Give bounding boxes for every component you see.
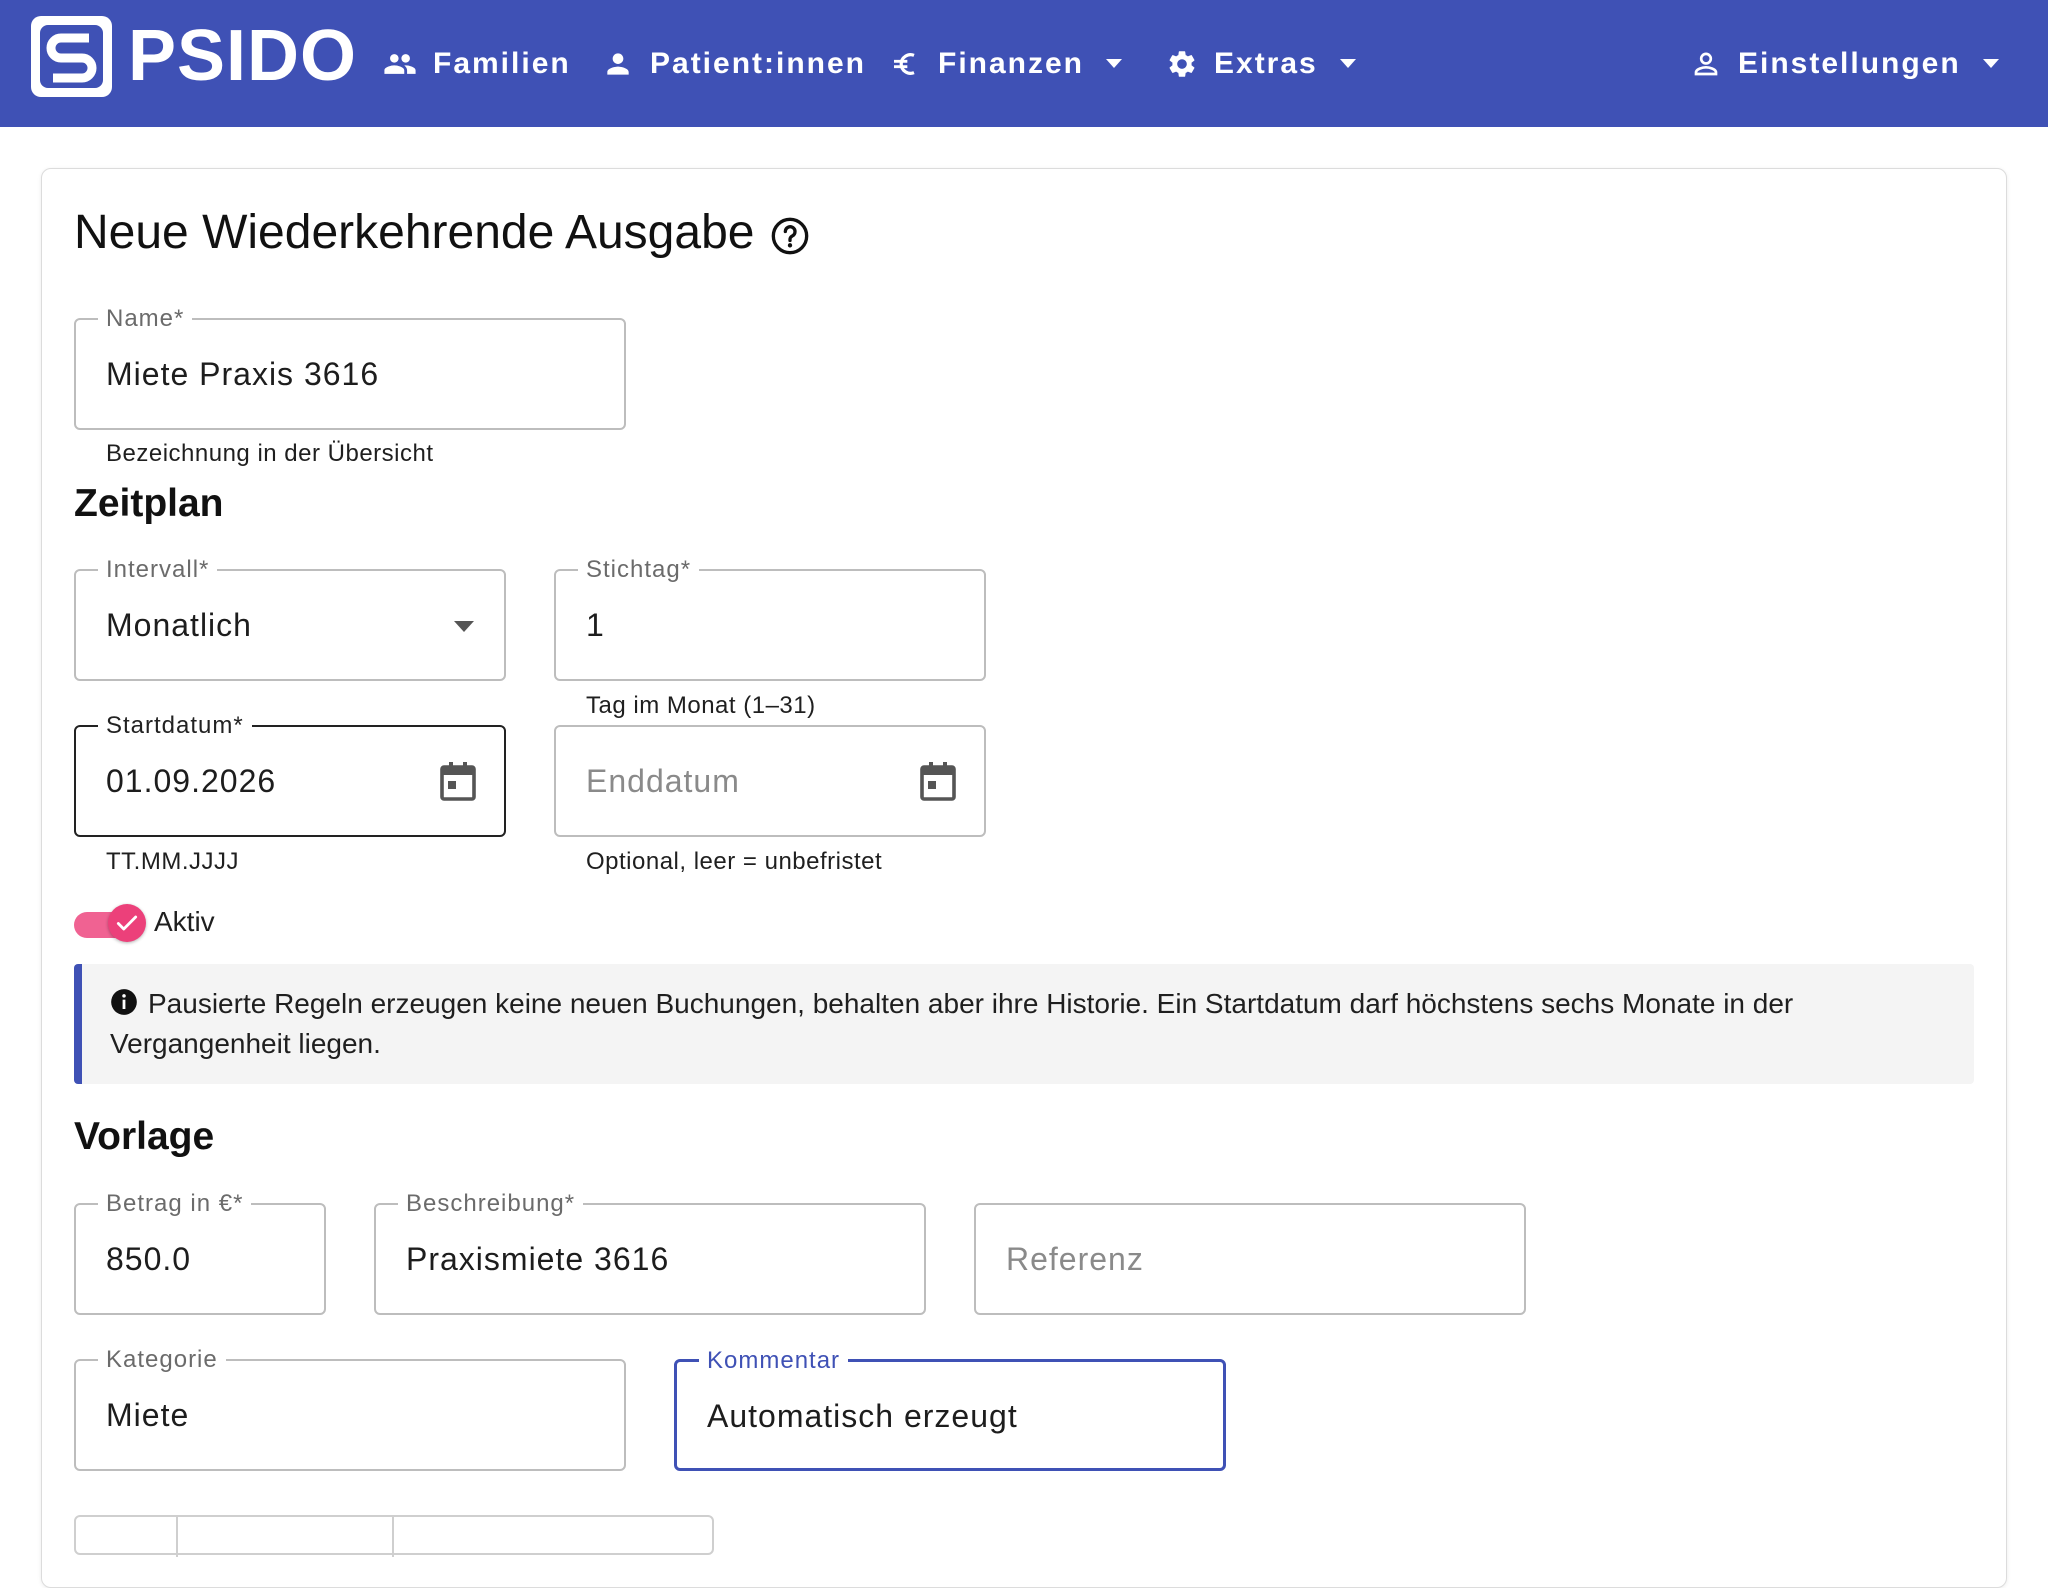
person-outline-icon: [1694, 52, 1718, 76]
person-icon: [607, 53, 629, 75]
people-icon: [384, 54, 416, 74]
startdatum-hint: TT.MM.JJJJ: [106, 848, 239, 875]
brand-name[interactable]: PSIDO: [128, 16, 357, 97]
aktiv-label: Aktiv: [154, 906, 215, 937]
info-callout: Pausierte Regeln erzeugen keine neuen Bu…: [74, 964, 1974, 1084]
beschreibung-field[interactable]: Beschreibung* Praxismiete 3616: [374, 1189, 926, 1315]
euro-icon: [894, 53, 915, 75]
nav-finanzen[interactable]: Finanzen: [890, 38, 1123, 90]
chevron-down-icon: [1982, 59, 1999, 68]
chevron-down-icon: [1106, 59, 1123, 68]
chevron-down-icon: [454, 621, 474, 632]
nav-finanzen-label: Finanzen: [938, 47, 1085, 80]
stichtag-value: 1: [586, 607, 605, 643]
nav-einstellungen-label: Einstellungen: [1738, 47, 1961, 80]
enddatum-hint: Optional, leer = unbefristet: [586, 848, 883, 875]
interval-value: Monatlich: [106, 607, 252, 643]
kommentar-value: Automatisch erzeugt: [707, 1398, 1018, 1434]
section-vorlage: Vorlage: [74, 1115, 215, 1158]
betrag-value: 850.0: [106, 1241, 192, 1277]
betrag-field[interactable]: Betrag in €* 850.0: [74, 1189, 326, 1315]
calendar-icon[interactable]: [918, 761, 958, 803]
calendar-icon[interactable]: [438, 761, 478, 803]
nav-familien[interactable]: Familien: [383, 38, 571, 90]
info-text: Pausierte Regeln erzeugen keine neuen Bu…: [110, 988, 1794, 1059]
startdatum-field[interactable]: Startdatum* 01.09.2026: [74, 711, 506, 837]
gear-icon: [1169, 51, 1195, 77]
segment-divider: [392, 1517, 394, 1557]
kommentar-field[interactable]: Kommentar Automatisch erzeugt: [674, 1346, 1226, 1471]
nav-familien-label: Familien: [433, 47, 571, 80]
referenz-placeholder: Referenz: [1006, 1241, 1144, 1277]
nav-patientinnen[interactable]: Patient:innen: [602, 38, 866, 90]
page-title-text: Neue Wiederkehrende Ausgabe: [74, 205, 755, 259]
kategorie-field[interactable]: Kategorie Miete: [74, 1345, 626, 1471]
nav-patientinnen-label: Patient:innen: [650, 47, 867, 80]
psido-logo[interactable]: [31, 16, 112, 97]
kategorie-value: Miete: [106, 1397, 190, 1433]
nav-extras[interactable]: Extras: [1166, 38, 1356, 90]
aktiv-toggle[interactable]: [108, 904, 146, 942]
bottom-segmented-control[interactable]: [74, 1515, 714, 1557]
logo-s-icon: [40, 25, 103, 88]
interval-select[interactable]: Intervall* Monatlich: [74, 555, 506, 681]
startdatum-value: 01.09.2026: [106, 763, 277, 799]
segment-divider: [176, 1517, 178, 1557]
stichtag-hint: Tag im Monat (1–31): [586, 692, 816, 719]
chevron-down-icon: [1339, 59, 1356, 68]
top-navbar: PSIDO Familien Patient:innen Finanzen Ex…: [0, 0, 2048, 127]
nav-extras-label: Extras: [1214, 47, 1318, 80]
name-hint: Bezeichnung in der Übersicht: [106, 440, 434, 467]
nav-einstellungen[interactable]: Einstellungen: [1690, 38, 1999, 90]
name-field[interactable]: Name* Miete Praxis 3616: [74, 304, 626, 430]
enddatum-field[interactable]: Enddatum: [554, 725, 986, 837]
info-icon: [111, 989, 137, 1015]
page-title: Neue Wiederkehrende Ausgabe: [74, 202, 810, 262]
section-zeitplan: Zeitplan: [74, 482, 224, 525]
help-icon[interactable]: [770, 216, 810, 256]
enddatum-placeholder: Enddatum: [586, 763, 740, 799]
name-value: Miete Praxis 3616: [106, 356, 380, 392]
stichtag-field[interactable]: Stichtag* 1: [554, 555, 986, 681]
beschreibung-value: Praxismiete 3616: [406, 1241, 670, 1277]
check-icon: [116, 915, 138, 931]
referenz-field[interactable]: Referenz: [974, 1203, 1526, 1315]
